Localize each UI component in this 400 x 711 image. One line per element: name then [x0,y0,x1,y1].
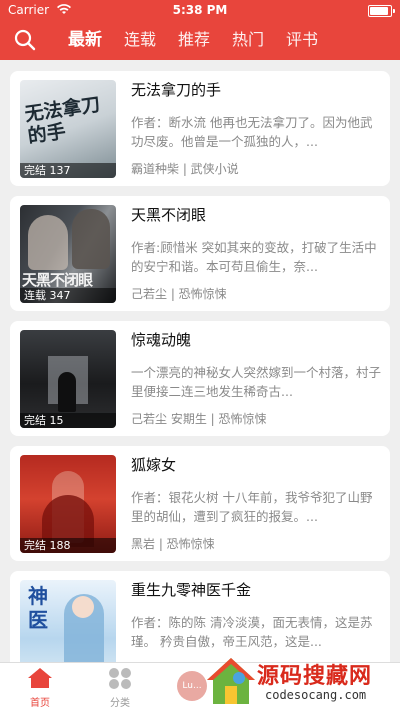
tabbar-category[interactable]: 分类 [90,667,150,709]
tabbar-home[interactable]: 首页 [10,667,70,709]
tabbar-home-label: 首页 [30,698,50,709]
book-title: 狐嫁女 [131,456,177,474]
book-description: 一个漂亮的神秘女人突然嫁到一个村落，村子里便接二连三地发生稀奇古... [131,365,381,399]
tab-hot[interactable]: 热门 [232,20,264,60]
cover-figure [58,372,76,412]
status-bar: Carrier 5:38 PM [0,0,400,20]
cover-title-art: 无法拿刀的手 [23,93,102,148]
book-meta: 黑岩 | 恐怖惊悚 [131,537,215,551]
status-badge: 完结 15 [20,413,116,428]
cover-title-art: 天黑不闭眼 [22,271,93,289]
watermark-url: codesocang.com [265,688,367,702]
tab-recommend[interactable]: 推荐 [178,20,210,60]
book-description: 作者:顾惜米 突如其来的变故，打破了生活中的安宁和谐。本可苟且偷生，奈... [131,240,377,274]
book-meta: 霸道种柴 | 武侠小说 [131,162,239,176]
cover-figure [28,215,68,270]
tab-latest[interactable]: 最新 [68,20,102,60]
book-cover[interactable]: 完结 188 [20,455,116,553]
tabbar-category-label: 分类 [110,698,130,709]
home-icon [28,668,52,688]
book-title: 重生九零神医千金 [131,581,252,599]
watermark-text: 源码搜藏网 [257,664,373,689]
tabbar-center-avatar[interactable]: Lu... [177,671,207,701]
status-badge: 连载 347 [20,288,116,303]
category-tabs: 最新 连载 推荐 热门 评书 [68,20,340,60]
watermark: 源码搜藏网 codesocang.com [205,654,400,710]
house-logo-icon [207,658,255,704]
search-icon[interactable] [14,29,36,51]
book-description: 作者：断水流 他再也无法拿刀了。因为他武功尽废。他曾是一个孤独的人，... [131,115,373,149]
book-card[interactable]: 完结 15 惊魂动魄 一个漂亮的神秘女人突然嫁到一个村落，村子里便接二连三地发生… [10,321,390,436]
battery-level [370,7,388,15]
clock: 5:38 PM [172,3,228,17]
book-title: 惊魂动魄 [131,331,192,349]
cover-title-art: 神医 [28,584,48,632]
book-list: 无法拿刀的手 完结 137 无法拿刀的手 作者：断水流 他再也无法拿刀了。因为他… [0,60,400,662]
book-cover[interactable]: 无法拿刀的手 完结 137 [20,80,116,178]
top-nav: 最新 连载 推荐 热门 评书 [0,20,400,60]
grid-icon [109,668,131,689]
book-meta: 己若尘 | 恐怖惊悚 [131,287,227,301]
book-cover[interactable]: 完结 15 [20,330,116,428]
tab-storytelling[interactable]: 评书 [286,20,318,60]
book-description: 作者：陈的陈 清冷淡漠，面无表情，这是苏瑾。 矜贵自傲，帝王风范，这是... [131,615,373,649]
book-cover[interactable]: 天黑不闭眼 连载 347 [20,205,116,303]
book-card[interactable]: 完结 188 狐嫁女 作者：银花火树 十八年前，我爷爷犯了山野里的胡仙，遭到了疯… [10,446,390,561]
status-badge: 完结 188 [20,538,116,553]
book-card[interactable]: 天黑不闭眼 连载 347 天黑不闭眼 作者:顾惜米 突如其来的变故，打破了生活中… [10,196,390,311]
book-title: 天黑不闭眼 [131,206,207,224]
tab-serial[interactable]: 连载 [124,20,156,60]
cover-figure [72,209,110,269]
book-title: 无法拿刀的手 [131,81,222,99]
cover-figure [72,596,94,618]
battery-icon [368,5,395,17]
book-card[interactable]: 神医 重生九零神医千金 作者：陈的陈 清冷淡漠，面无表情，这是苏瑾。 矜贵自傲，… [10,571,390,662]
book-card[interactable]: 无法拿刀的手 完结 137 无法拿刀的手 作者：断水流 他再也无法拿刀了。因为他… [10,71,390,186]
book-meta: 己若尘 安期生 | 恐怖惊悚 [131,412,267,426]
status-badge: 完结 137 [20,163,116,178]
book-description: 作者：银花火树 十八年前，我爷爷犯了山野里的胡仙，遭到了疯狂的报复。... [131,490,373,524]
book-cover[interactable]: 神医 [20,580,116,662]
